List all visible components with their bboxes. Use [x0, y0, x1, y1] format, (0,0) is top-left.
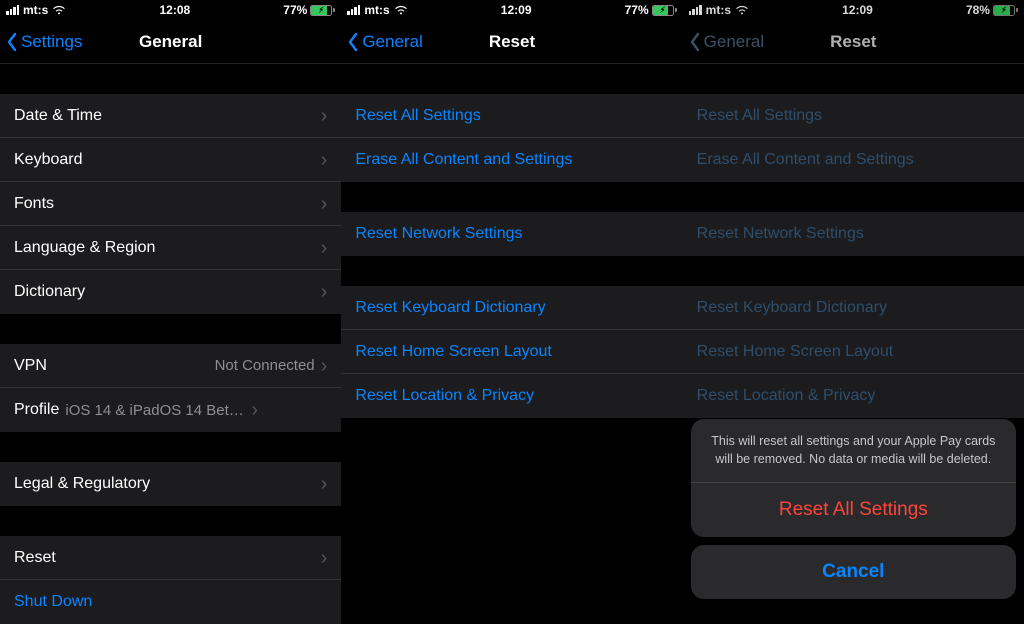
cell-reset-location-privacy: Reset Location & Privacy — [683, 374, 1024, 418]
screen-reset: mt:s 12:09 77% ⚡︎ General Reset Reset Al… — [341, 0, 682, 607]
cell-shut-down[interactable]: Shut Down — [0, 580, 341, 624]
cell-reset-all-settings[interactable]: Reset All Settings — [341, 94, 682, 138]
cell-reset-network: Reset Network Settings — [683, 212, 1024, 256]
cell-label: VPN — [14, 357, 215, 375]
carrier-label: mt:s — [23, 3, 48, 17]
cell-value: iOS 14 & iPadOS 14 Beta Softwar… — [65, 402, 245, 419]
chevron-right-icon: › — [321, 238, 328, 258]
cell-value: Not Connected — [215, 357, 315, 374]
chevron-right-icon: › — [321, 356, 328, 376]
cell-date-time[interactable]: Date & Time› — [0, 94, 341, 138]
cell-label: Reset Keyboard Dictionary — [697, 299, 1010, 317]
chevron-left-icon — [347, 32, 359, 52]
sheet-button-label: Cancel — [822, 561, 884, 583]
cell-label: Date & Time — [14, 107, 321, 125]
back-label: General — [362, 32, 422, 52]
cell-label: Profile — [14, 401, 59, 419]
cell-label: Language & Region — [14, 239, 321, 257]
sheet-cancel-button[interactable]: Cancel — [691, 545, 1016, 599]
back-button[interactable]: Settings — [0, 32, 82, 52]
cell-label: Reset Keyboard Dictionary — [355, 299, 668, 317]
back-label: General — [704, 32, 764, 52]
screen-reset-confirm: mt:s 12:09 78% ⚡︎ General Reset Reset Al… — [683, 0, 1024, 607]
chevron-right-icon: › — [321, 106, 328, 126]
clock-label: 12:08 — [159, 3, 190, 17]
cell-label: Keyboard — [14, 151, 321, 169]
back-button[interactable]: General — [341, 32, 422, 52]
chevron-left-icon — [6, 32, 18, 52]
battery-icon: ⚡︎ — [310, 5, 335, 16]
sheet-button-label: Reset All Settings — [779, 499, 928, 521]
cell-reset-location-privacy[interactable]: Reset Location & Privacy — [341, 374, 682, 418]
chevron-right-icon: › — [321, 194, 328, 214]
nav-bar: General Reset — [683, 20, 1024, 64]
back-label: Settings — [21, 32, 82, 52]
status-bar: mt:s 12:09 78% ⚡︎ — [683, 0, 1024, 20]
status-bar: mt:s 12:08 77% ⚡︎ — [0, 0, 341, 20]
status-bar: mt:s 12:09 77% ⚡︎ — [341, 0, 682, 20]
back-button: General — [683, 32, 764, 52]
cell-label: Reset All Settings — [355, 107, 668, 125]
battery-pct-label: 77% — [625, 3, 649, 17]
battery-pct-label: 77% — [283, 3, 307, 17]
action-sheet: This will reset all settings and your Ap… — [691, 419, 1016, 599]
cell-reset-all-settings: Reset All Settings — [683, 94, 1024, 138]
sheet-reset-all-settings-button[interactable]: Reset All Settings — [691, 483, 1016, 537]
carrier-label: mt:s — [364, 3, 389, 17]
cell-reset-home-screen: Reset Home Screen Layout — [683, 330, 1024, 374]
cell-profile[interactable]: Profile iOS 14 & iPadOS 14 Beta Softwar… › — [0, 388, 341, 432]
nav-bar: Settings General — [0, 20, 341, 64]
cell-reset-keyboard-dictionary: Reset Keyboard Dictionary — [683, 286, 1024, 330]
cell-reset[interactable]: Reset› — [0, 536, 341, 580]
signal-icon — [6, 5, 19, 15]
cell-label: Shut Down — [14, 593, 327, 611]
cell-label: Reset All Settings — [697, 107, 1010, 125]
wifi-icon — [52, 5, 66, 15]
cell-label: Reset Home Screen Layout — [355, 343, 668, 361]
sheet-message: This will reset all settings and your Ap… — [691, 419, 1016, 483]
cell-language-region[interactable]: Language & Region› — [0, 226, 341, 270]
battery-icon: ⚡︎ — [993, 5, 1018, 16]
cell-label: Legal & Regulatory — [14, 475, 321, 493]
cell-label: Reset Home Screen Layout — [697, 343, 1010, 361]
cell-reset-keyboard-dictionary[interactable]: Reset Keyboard Dictionary — [341, 286, 682, 330]
chevron-right-icon: › — [321, 282, 328, 302]
chevron-right-icon: › — [321, 548, 328, 568]
clock-label: 12:09 — [501, 3, 532, 17]
signal-icon — [689, 5, 702, 15]
wifi-icon — [394, 5, 408, 15]
chevron-left-icon — [689, 32, 701, 52]
cell-dictionary[interactable]: Dictionary› — [0, 270, 341, 314]
battery-pct-label: 78% — [966, 3, 990, 17]
cell-erase-all-content[interactable]: Erase All Content and Settings — [341, 138, 682, 182]
signal-icon — [347, 5, 360, 15]
cell-keyboard[interactable]: Keyboard› — [0, 138, 341, 182]
cell-label: Reset Network Settings — [355, 225, 668, 243]
cell-label: Erase All Content and Settings — [697, 151, 1010, 169]
cell-fonts[interactable]: Fonts› — [0, 182, 341, 226]
cell-vpn[interactable]: VPNNot Connected › — [0, 344, 341, 388]
cell-label: Reset Location & Privacy — [355, 387, 668, 405]
screen-general: mt:s 12:08 77% ⚡︎ Settings General Date … — [0, 0, 341, 607]
cell-erase-all-content: Erase All Content and Settings — [683, 138, 1024, 182]
cell-label: Reset Location & Privacy — [697, 387, 1010, 405]
chevron-right-icon: › — [251, 400, 258, 420]
cell-reset-home-screen[interactable]: Reset Home Screen Layout — [341, 330, 682, 374]
cell-label: Dictionary — [14, 283, 321, 301]
cell-legal-regulatory[interactable]: Legal & Regulatory› — [0, 462, 341, 506]
wifi-icon — [735, 5, 749, 15]
cell-label: Fonts — [14, 195, 321, 213]
cell-reset-network[interactable]: Reset Network Settings — [341, 212, 682, 256]
battery-icon: ⚡︎ — [652, 5, 677, 16]
chevron-right-icon: › — [321, 474, 328, 494]
carrier-label: mt:s — [706, 3, 731, 17]
clock-label: 12:09 — [842, 3, 873, 17]
cell-label: Reset — [14, 549, 321, 567]
cell-label: Erase All Content and Settings — [355, 151, 668, 169]
cell-label: Reset Network Settings — [697, 225, 1010, 243]
chevron-right-icon: › — [321, 150, 328, 170]
nav-bar: General Reset — [341, 20, 682, 64]
